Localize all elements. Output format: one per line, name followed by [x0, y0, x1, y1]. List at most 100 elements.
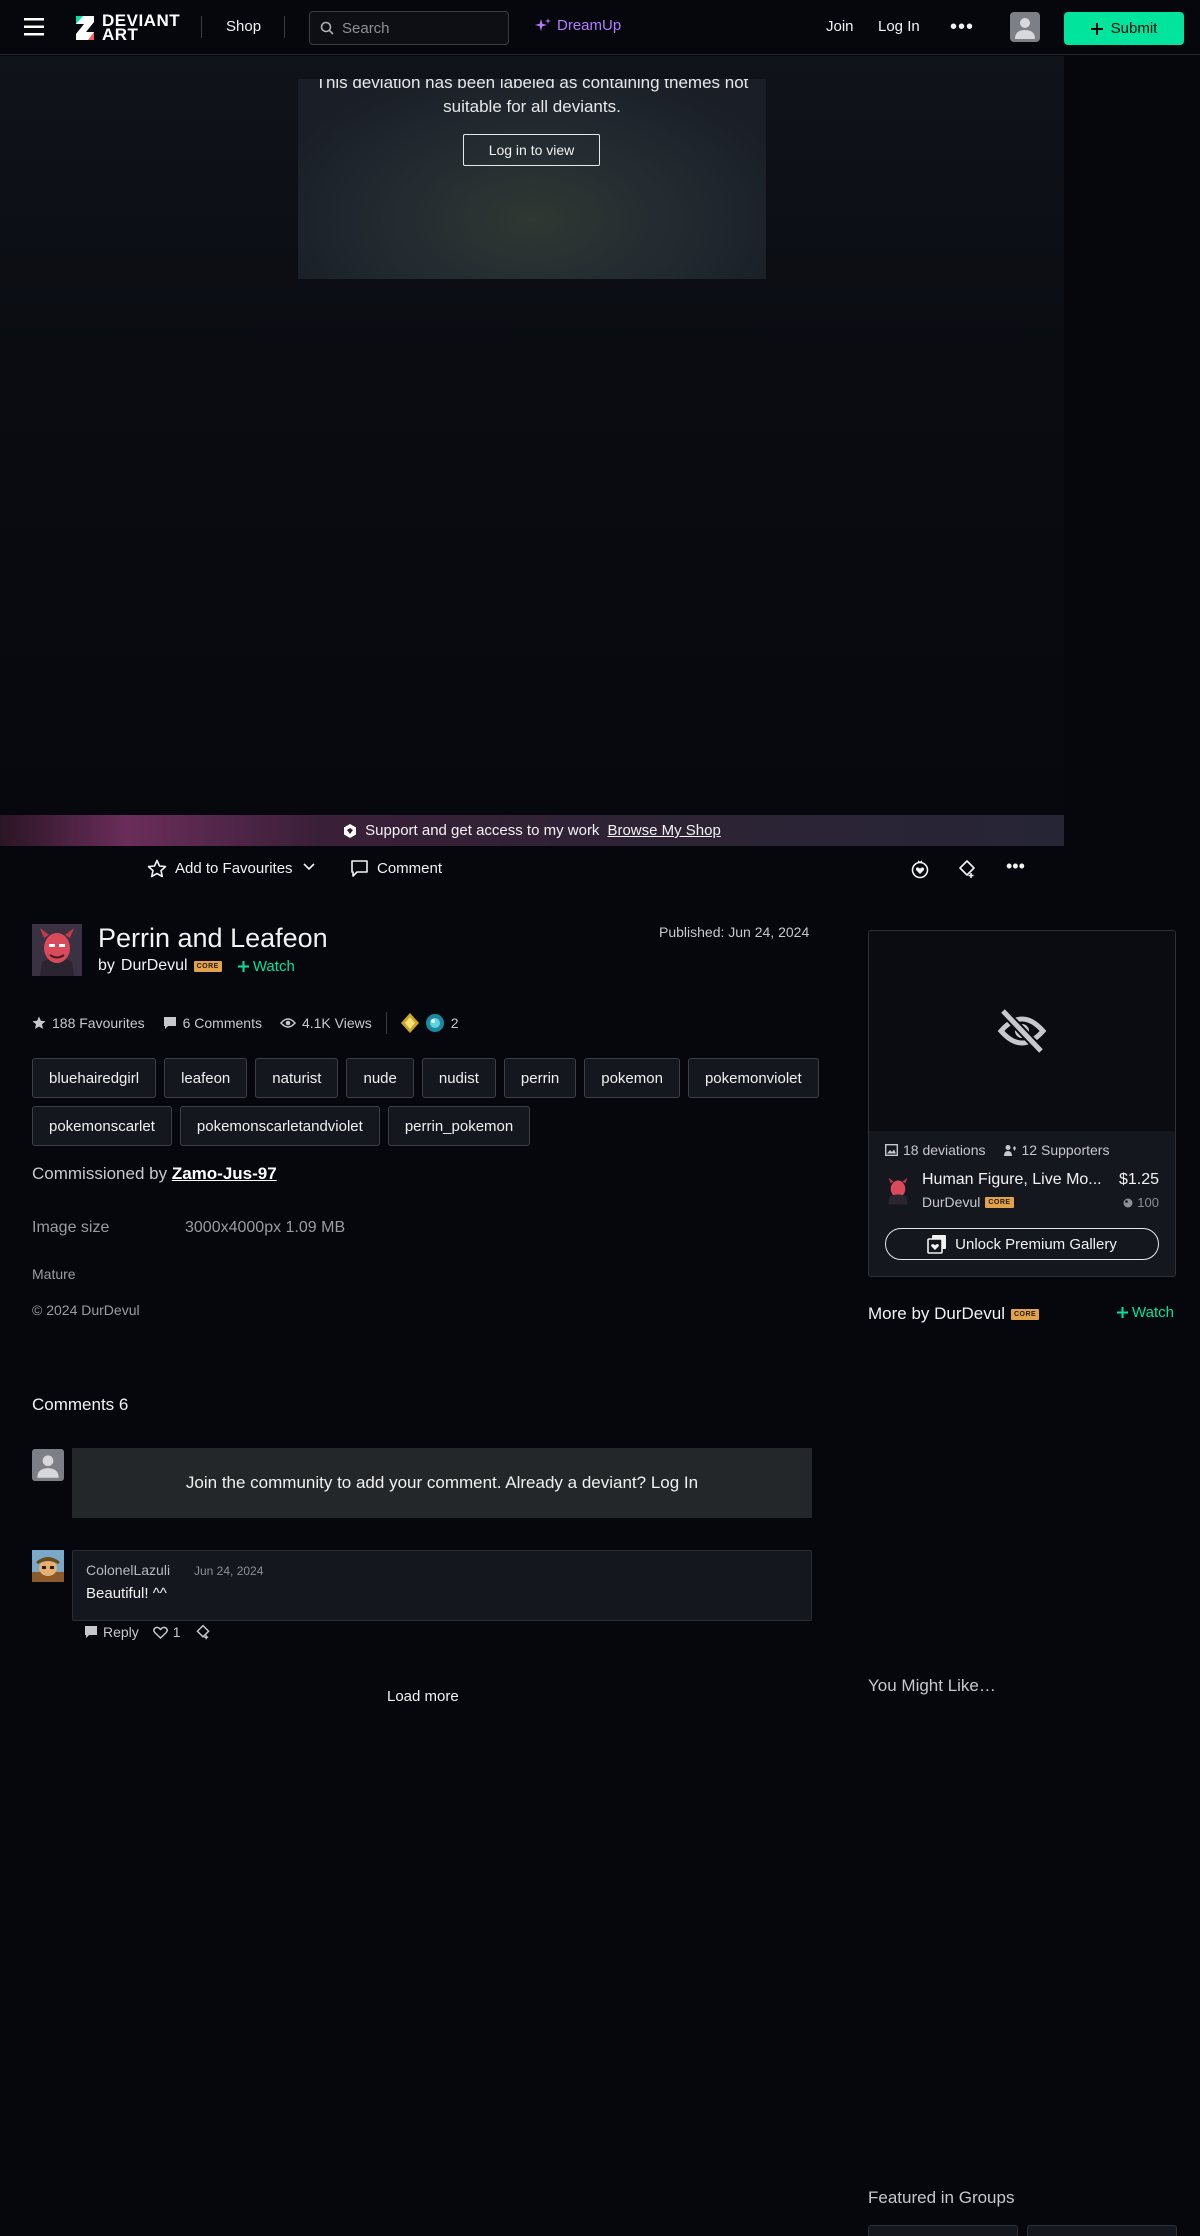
login-to-view-button[interactable]: Log in to view [463, 134, 600, 166]
divider [201, 16, 202, 38]
commenter-avatar[interactable] [32, 1550, 64, 1582]
reply-button[interactable]: Reply [84, 1624, 139, 1640]
divider [284, 16, 285, 38]
shop-banner: Support and get access to my work Browse… [0, 815, 1064, 846]
search-box[interactable] [309, 11, 509, 45]
awards-stat[interactable]: 2 [400, 1013, 459, 1033]
dreamup-label: DreamUp [557, 17, 622, 34]
submit-button[interactable]: Submit [1064, 12, 1184, 45]
tag-naturist[interactable]: naturist [255, 1058, 339, 1098]
tag-pokemonscarletandviolet[interactable]: pokemonscarletandviolet [179, 1106, 380, 1146]
heart-icon [152, 1626, 168, 1639]
user-icon [37, 1455, 59, 1478]
tag-nude[interactable]: nude [346, 1058, 414, 1098]
deviation-stage: This deviation has been labeled as conta… [0, 56, 1064, 816]
tag-pokemonscarlet[interactable]: pokemonscarlet [32, 1106, 172, 1146]
menu-icon[interactable] [24, 17, 48, 37]
artist-avatar[interactable] [32, 924, 82, 976]
login-link[interactable]: Log In [878, 18, 920, 35]
watch-button[interactable]: Watch [237, 957, 295, 975]
more-actions-icon[interactable]: ••• [1006, 856, 1025, 877]
tag-nudist[interactable]: nudist [421, 1058, 496, 1098]
plus-icon [237, 960, 249, 972]
group-card[interactable] [868, 2225, 1018, 2236]
star-icon [32, 1016, 46, 1029]
eye-icon [279, 1018, 296, 1028]
browse-shop-link[interactable]: Browse My Shop [607, 822, 720, 839]
comment-icon [85, 1626, 97, 1638]
tag-pokemonviolet[interactable]: pokemonviolet [687, 1058, 819, 1098]
premium-gallery-card: 18 deviations 12 Supporters Human Figure… [868, 930, 1176, 1277]
gallery-points: 100 [1123, 1195, 1159, 1210]
comments-heading: Comments 6 [32, 1395, 129, 1414]
reply-label: Reply [103, 1624, 139, 1640]
sparkle-icon [535, 17, 551, 31]
comments-stat[interactable]: 6 Comments [163, 1015, 262, 1031]
points-value: 100 [1137, 1195, 1159, 1210]
supporters-count: 12 Supporters [1003, 1142, 1109, 1158]
by-label: by [98, 957, 115, 974]
commissioned-prefix: Commissioned by [32, 1164, 168, 1183]
avatar[interactable] [1010, 12, 1040, 42]
favourite-label: Add to Favourites [175, 860, 293, 877]
favourites-stat[interactable]: 188 Favourites [32, 1015, 145, 1031]
submit-label: Submit [1110, 20, 1158, 37]
premium-thumbnail[interactable] [869, 931, 1175, 1131]
deviantart-logo[interactable]: DEVIANT ART [74, 12, 180, 43]
awards-count: 2 [450, 1015, 459, 1031]
badge-button[interactable] [957, 859, 977, 879]
tag-pokemon[interactable]: pokemon [584, 1058, 680, 1098]
action-bar: Add to Favourites Comment ••• [0, 853, 1064, 889]
comment-button[interactable]: Comment [350, 859, 442, 878]
mature-content-overlay: This deviation has been labeled as conta… [298, 79, 766, 279]
more-by-label[interactable]: More by DurDevul [868, 1304, 1005, 1324]
favourite-dropdown[interactable] [303, 863, 315, 871]
load-more-button[interactable]: Load more [387, 1688, 459, 1705]
shop-link[interactable]: Shop [226, 18, 261, 35]
like-count: 1 [172, 1624, 181, 1640]
dreamup-link[interactable]: DreamUp [535, 17, 621, 34]
points-icon [1123, 1198, 1133, 1207]
artist-name-link[interactable]: DurDevul [121, 957, 188, 975]
tag-perrin-pokemon[interactable]: perrin_pokemon [387, 1106, 531, 1146]
tag-list: bluehairedgirl leafeon naturist nude nud… [32, 1058, 822, 1146]
comments-count: 6 Comments [182, 1015, 262, 1031]
badge-icon [195, 1624, 210, 1640]
group-card[interactable] [1027, 2225, 1177, 2236]
tag-perrin[interactable]: perrin [503, 1058, 577, 1098]
mature-message-line2: suitable for all deviants. [443, 97, 621, 116]
search-input[interactable] [342, 19, 492, 37]
add-to-favourites-button[interactable]: Add to Favourites [147, 859, 293, 878]
premium-gallery-icon [927, 1235, 947, 1254]
like-button[interactable]: 1 [152, 1624, 181, 1640]
comment-item: ColonelLazuli Jun 24, 2024 Beautiful! ^^ [72, 1550, 812, 1621]
tip-button[interactable] [910, 859, 930, 879]
hidden-eye-icon [997, 1007, 1047, 1055]
watch-label: Watch [252, 957, 295, 975]
comment-text: Beautiful! ^^ [86, 1585, 167, 1602]
core-hex-icon [344, 823, 357, 838]
user-icon [1015, 18, 1035, 39]
banner-text: Support and get access to my work [365, 822, 600, 839]
gift-heart-icon [911, 860, 929, 879]
sidebar-watch-button[interactable]: Watch [1117, 1304, 1174, 1321]
badge-icon [959, 860, 975, 878]
gallery-name-link[interactable]: Human Figure, Live Mo... [922, 1171, 1107, 1189]
unlock-premium-gallery-button[interactable]: Unlock Premium Gallery [885, 1228, 1159, 1260]
join-community-prompt[interactable]: Join the community to add your comment. … [72, 1448, 812, 1518]
badge-comment-button[interactable] [195, 1624, 211, 1640]
commissioner-link[interactable]: Zamo-Jus-97 [172, 1164, 277, 1183]
artist-avatar-image [884, 1175, 912, 1205]
published-date: Published: Jun 24, 2024 [659, 924, 810, 940]
comment-author[interactable]: ColonelLazuli [86, 1562, 170, 1578]
more-options-icon[interactable]: ••• [950, 16, 974, 39]
join-link[interactable]: Join [826, 18, 854, 35]
award-gem-icon [400, 1013, 419, 1033]
gallery-author-name[interactable]: DurDevul [922, 1194, 980, 1210]
core-badge: CORE [985, 1196, 1014, 1208]
premium-stats: 18 deviations 12 Supporters [885, 1142, 1109, 1158]
tag-bluehairedgirl[interactable]: bluehairedgirl [32, 1058, 157, 1098]
tag-leafeon[interactable]: leafeon [164, 1058, 248, 1098]
image-size-label: Image size [32, 1219, 110, 1236]
commenter-avatar-image [32, 1550, 64, 1582]
